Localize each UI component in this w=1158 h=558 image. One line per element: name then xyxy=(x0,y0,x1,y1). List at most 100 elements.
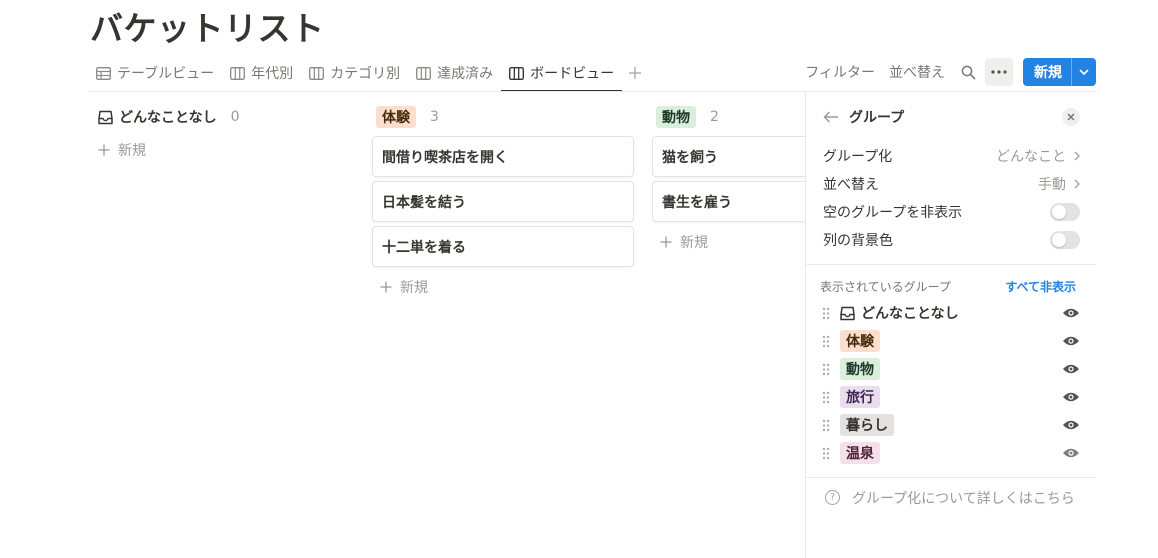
group-tag: 動物 xyxy=(840,358,880,380)
tab-by-age[interactable]: 年代別 xyxy=(222,54,301,92)
eye-icon[interactable] xyxy=(1062,391,1080,403)
tab-by-category[interactable]: カテゴリ別 xyxy=(301,54,408,92)
tab-board-view[interactable]: ボードビュー xyxy=(501,54,623,92)
group-row[interactable]: 体験 xyxy=(806,327,1096,355)
visible-groups-label: 表示されているグループ xyxy=(820,279,951,294)
sort-label: 並べ替え xyxy=(823,177,879,193)
group-by-value[interactable]: どんなこと xyxy=(996,146,1080,166)
view-toolbar: フィルター 並べ替え 新規 xyxy=(791,58,1096,86)
plus-icon xyxy=(380,281,392,293)
sort-row[interactable]: 並べ替え 手動 xyxy=(806,170,1096,198)
hide-empty-toggle[interactable] xyxy=(1050,203,1080,221)
eye-icon[interactable] xyxy=(1062,307,1080,319)
drag-handle-icon[interactable] xyxy=(822,363,834,376)
drag-handle-icon[interactable] xyxy=(822,307,834,320)
board-column-animals: 動物 2 猫を飼う 書生を雇う 新規 xyxy=(652,100,805,258)
group-by-row[interactable]: グループ化 どんなこと xyxy=(806,142,1096,170)
board-card[interactable]: 書生を雇う xyxy=(652,181,805,222)
chevron-right-icon xyxy=(1074,179,1080,189)
inbox-icon xyxy=(840,306,855,320)
tab-label: テーブルビュー xyxy=(117,66,215,82)
tab-label: カテゴリ別 xyxy=(330,66,401,82)
group-row[interactable]: 暮らし xyxy=(806,411,1096,439)
group-by-label: グループ化 xyxy=(823,149,893,165)
visible-groups-header: 表示されているグループ すべて非表示 xyxy=(806,273,1096,299)
drag-handle-icon[interactable] xyxy=(822,447,834,460)
panel-header: グループ xyxy=(806,92,1096,142)
close-icon xyxy=(1067,113,1075,121)
column-new-button[interactable]: 新規 xyxy=(90,134,352,166)
help-link[interactable]: ? グループ化について詳しくはこちら xyxy=(806,477,1096,517)
column-background-label: 列の背景色 xyxy=(823,233,893,249)
more-options-button[interactable] xyxy=(985,58,1013,86)
column-header[interactable]: 体験 3 xyxy=(372,100,634,134)
drag-handle-icon[interactable] xyxy=(822,419,834,432)
chevron-right-icon xyxy=(1074,151,1080,161)
chevron-down-icon[interactable] xyxy=(1072,58,1096,86)
hide-empty-label: 空のグループを非表示 xyxy=(823,205,963,221)
board-column-none: どんなことなし 0 新規 xyxy=(90,100,352,166)
column-count: 0 xyxy=(230,109,240,125)
hide-empty-groups-row: 空のグループを非表示 xyxy=(806,198,1096,226)
plus-icon xyxy=(98,144,110,156)
group-row[interactable]: 動物 xyxy=(806,355,1096,383)
view-tabs: テーブルビュー 年代別 カテゴリ別 達成済み ボードビュー xyxy=(88,54,648,92)
plus-icon xyxy=(660,236,672,248)
column-header[interactable]: どんなことなし 0 xyxy=(90,100,352,134)
column-new-button[interactable]: 新規 xyxy=(372,271,634,303)
close-button[interactable] xyxy=(1062,108,1080,126)
search-icon[interactable] xyxy=(959,63,977,81)
group-tag: 暮らし xyxy=(840,414,894,436)
eye-icon[interactable] xyxy=(1062,447,1080,459)
column-title: どんなことなし xyxy=(119,110,217,126)
table-icon xyxy=(96,66,111,80)
drag-handle-icon[interactable] xyxy=(822,391,834,404)
tab-label: 年代別 xyxy=(251,66,294,82)
hide-all-button[interactable]: すべて非表示 xyxy=(1005,278,1076,295)
tab-table-view[interactable]: テーブルビュー xyxy=(88,54,222,92)
sort-button[interactable]: 並べ替え xyxy=(889,62,945,82)
group-row[interactable]: 旅行 xyxy=(806,383,1096,411)
board-column-experience: 体験 3 間借り喫茶店を開く 日本髪を結う 十二単を着る 新規 xyxy=(372,100,634,303)
eye-icon[interactable] xyxy=(1062,419,1080,431)
group-row[interactable]: どんなことなし xyxy=(806,299,1096,327)
column-count: 2 xyxy=(710,109,719,125)
board-icon xyxy=(309,66,325,80)
plus-icon xyxy=(629,67,642,79)
column-header[interactable]: 動物 2 xyxy=(652,100,805,134)
board-card[interactable]: 十二単を着る xyxy=(372,226,634,267)
add-view-button[interactable] xyxy=(622,54,648,92)
column-tag: 動物 xyxy=(656,106,696,128)
back-arrow-icon[interactable] xyxy=(823,111,839,123)
drag-handle-icon[interactable] xyxy=(822,335,834,348)
tab-achieved[interactable]: 達成済み xyxy=(408,54,501,92)
group-tag: 体験 xyxy=(840,330,880,352)
filter-button[interactable]: フィルター xyxy=(805,62,875,82)
group-tag: 旅行 xyxy=(840,386,880,408)
page-title: バケットリスト xyxy=(90,9,325,48)
group-name: どんなことなし xyxy=(861,306,959,322)
eye-icon[interactable] xyxy=(1062,363,1080,375)
panel-title: グループ xyxy=(849,110,905,126)
column-background-toggle[interactable] xyxy=(1050,231,1080,249)
sort-value-text: 手動 xyxy=(1038,177,1066,193)
column-new-button[interactable]: 新規 xyxy=(652,226,805,258)
board-icon xyxy=(509,66,525,80)
new-button-label[interactable]: 新規 xyxy=(1023,58,1072,86)
group-row[interactable]: 温泉 xyxy=(806,439,1096,467)
group-by-value-text: どんなこと xyxy=(996,149,1066,165)
board-card[interactable]: 猫を飼う xyxy=(652,136,805,177)
group-settings-panel: グループ グループ化 どんなこと 並べ替え 手動 空のグループを非表示 列の背景… xyxy=(805,92,1096,558)
sort-value[interactable]: 手動 xyxy=(1038,174,1080,194)
new-label: 新規 xyxy=(680,235,708,251)
board-card[interactable]: 日本髪を結う xyxy=(372,181,634,222)
new-label: 新規 xyxy=(400,280,428,296)
board-card[interactable]: 間借り喫茶店を開く xyxy=(372,136,634,177)
board-icon xyxy=(230,66,246,80)
new-label: 新規 xyxy=(118,143,146,159)
new-record-button[interactable]: 新規 xyxy=(1023,58,1096,86)
divider xyxy=(806,264,1096,265)
help-icon: ? xyxy=(825,490,840,505)
eye-icon[interactable] xyxy=(1062,335,1080,347)
column-tag: 体験 xyxy=(376,106,416,128)
